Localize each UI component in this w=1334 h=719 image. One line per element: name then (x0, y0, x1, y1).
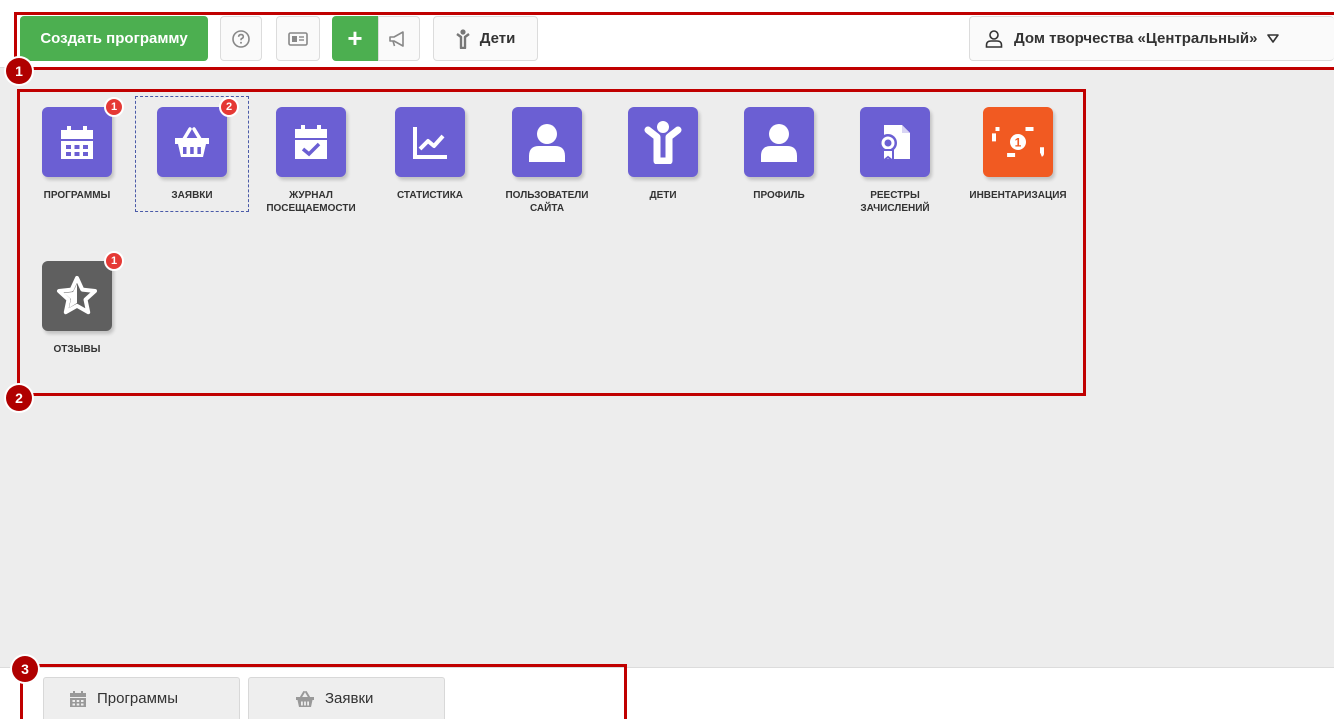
annotation-frame-1 (14, 12, 1334, 70)
annotation-frame-3 (20, 664, 627, 719)
annotation-marker-1: 1 (6, 58, 32, 84)
annotation-frame-2 (17, 89, 1086, 396)
annotation-marker-3: 3 (12, 656, 38, 682)
annotation-marker-2: 2 (6, 385, 32, 411)
